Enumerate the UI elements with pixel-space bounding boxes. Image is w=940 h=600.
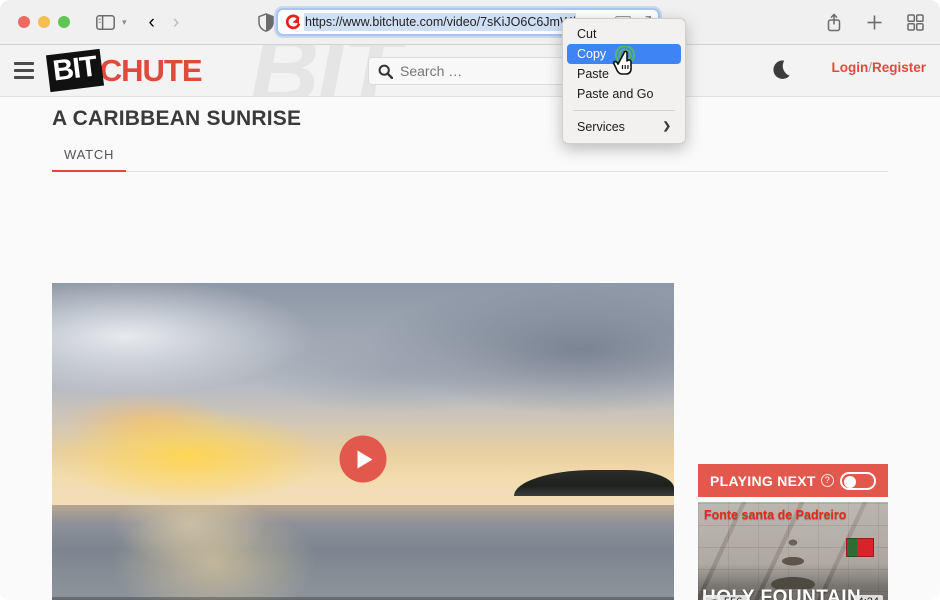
page-content: A CARIBBEAN SUNRISE WATCH 00:02 [0,97,940,600]
page-title: A CARIBBEAN SUNRISE [52,107,301,131]
forward-button[interactable]: › [173,13,179,32]
window-traffic-lights [18,16,70,28]
nav-arrows: ‹ › [149,13,180,32]
tab-overview-icon[interactable] [907,14,924,31]
bitchute-logo[interactable]: BIT CHUTE [48,52,202,89]
thumbnail-fountain [757,531,829,589]
context-menu-item-paste-and-go[interactable]: Paste and Go [567,84,681,104]
tab-watch[interactable]: WATCH [52,141,126,172]
back-button[interactable]: ‹ [149,13,155,32]
logo-bit-text: BIT [46,49,104,92]
context-menu-separator [573,110,675,111]
playing-next-toggle[interactable] [840,472,876,490]
big-play-button[interactable] [340,436,387,483]
share-icon[interactable] [826,13,842,32]
thumbnail-duration-badge: 4:24 [854,595,883,600]
site-favicon-icon [284,14,301,31]
context-menu-item-services[interactable]: Services ❯ [567,117,681,137]
context-menu-item-cut[interactable]: Cut [567,24,681,44]
playing-next-card[interactable]: Fonte santa de Padreiro HOLY FOUNTAIN 55… [698,502,888,600]
register-link[interactable]: Register [872,60,926,75]
context-menu-item-copy[interactable]: Copy [567,44,681,64]
context-menu-services-label: Services [577,117,625,137]
playing-next-label: PLAYING NEXT [710,473,816,489]
video-thumbnail[interactable]: Fonte santa de Padreiro HOLY FOUNTAIN 55… [698,502,888,600]
new-tab-icon[interactable] [866,14,883,31]
context-menu-item-paste[interactable]: Paste [567,64,681,84]
minimize-window-button[interactable] [38,16,50,28]
thumbnail-view-badge: 556 [703,595,747,600]
shield-icon[interactable] [258,13,274,32]
browser-toolbar: ▾ ‹ › https://www.bitchute.com/video/7sK… [0,0,940,45]
thumbnail-view-count: 556 [724,596,742,600]
chevron-down-icon[interactable]: ▾ [122,17,127,28]
playing-next-header: PLAYING NEXT ? [698,464,888,497]
url-text[interactable]: https://www.bitchute.com/video/7sKiJO6C6… [304,13,576,31]
menu-hamburger-icon[interactable] [14,62,34,79]
logo-chute-text: CHUTE [100,53,202,89]
dark-mode-moon-icon[interactable] [769,58,795,84]
login-link[interactable]: Login [831,60,868,75]
toggle-knob [844,476,856,488]
close-window-button[interactable] [18,16,30,28]
help-question-icon[interactable]: ? [821,474,834,487]
toolbar-right-actions [826,0,924,45]
portugal-flag-icon [846,538,874,557]
thumbnail-red-title: Fonte santa de Padreiro [704,508,882,522]
browser-window: ▾ ‹ › https://www.bitchute.com/video/7sK… [0,0,940,600]
video-sea-region [52,505,674,600]
search-icon [378,64,393,79]
sidebar-toggle-icon[interactable] [96,15,115,30]
site-header: BIT BIT CHUTE Login/Register [0,45,940,97]
search-input[interactable] [400,63,570,79]
auth-links: Login/Register [831,60,926,75]
chevron-right-icon: ❯ [663,117,671,137]
video-player[interactable]: 00:02 [52,283,674,600]
zoom-window-button[interactable] [58,16,70,28]
tab-bar: WATCH [52,141,888,172]
address-bar-context-menu: Cut Copy Paste Paste and Go Services ❯ [562,18,686,144]
